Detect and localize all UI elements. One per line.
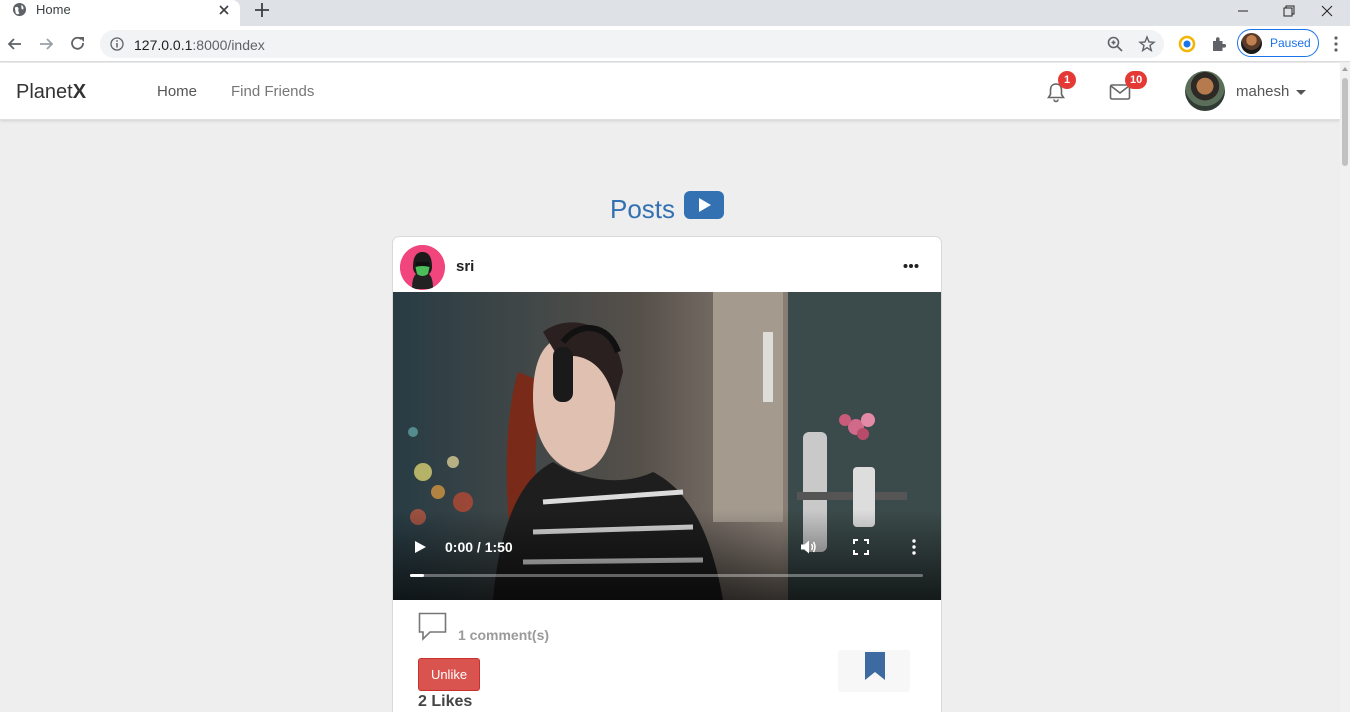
plus-icon[interactable] [252,0,272,20]
messages-badge: 10 [1125,71,1148,89]
likes-count: 2 Likes [418,693,473,710]
bookmark-button[interactable] [838,650,910,692]
video-posts-button[interactable] [684,191,724,219]
page-scrollbar[interactable] [1340,63,1350,712]
poster-name[interactable]: sri [456,258,474,275]
posts-heading: Posts [610,194,676,224]
url-text: 127.0.0.1:8000/index [134,37,265,53]
more-options-icon[interactable] [903,263,919,269]
browser-toolbar: 127.0.0.1:8000/index Paused [0,26,1350,62]
bookmark-icon [865,652,885,680]
close-icon[interactable] [216,2,232,18]
hacker-avatar-icon [400,245,445,290]
brand-prefix: Planet [16,81,73,103]
window-close-button[interactable] [1304,0,1350,22]
nav-link-home[interactable]: Home [157,83,197,100]
reload-icon[interactable] [68,34,88,54]
unlike-button[interactable]: Unlike [418,658,480,691]
brand-suffix: X [72,81,87,103]
notifications-badge: 1 [1058,71,1076,89]
comment-icon[interactable] [418,612,447,642]
user-avatar[interactable] [1185,71,1225,111]
info-icon[interactable] [110,37,124,51]
scrollbar-thumb[interactable] [1342,78,1348,166]
brand-logo[interactable]: PlanetX [16,81,86,104]
profile-button[interactable]: Paused [1237,29,1319,57]
video-more-icon[interactable] [905,538,923,556]
tab-title: Home [36,2,71,17]
globe-icon [12,2,27,17]
address-bar[interactable]: 127.0.0.1:8000/index [100,30,1164,58]
user-menu[interactable]: mahesh [1236,83,1289,100]
caret-down-icon[interactable] [1296,90,1306,95]
video-time: 0:00 / 1:50 [445,539,513,555]
minimize-button[interactable] [1220,0,1266,22]
url-host: 127.0.0.1 [134,37,193,53]
forward-icon[interactable] [36,34,56,54]
fullscreen-icon[interactable] [852,538,870,556]
comment-count[interactable]: 1 comment(s) [458,627,549,643]
volume-icon[interactable] [799,538,817,556]
url-path: :8000/index [192,37,265,53]
video-progress-fill [410,574,424,577]
post-card: sri 0:00 / 1:50 1 comment(s) Unlike 2 Li… [392,236,942,712]
star-icon[interactable] [1138,35,1156,53]
scroll-up-arrow-icon[interactable] [1342,67,1348,71]
profile-status: Paused [1270,36,1311,50]
video-player[interactable]: 0:00 / 1:50 [393,292,941,600]
browser-tabstrip: Home [0,0,1350,26]
video-progress-bar[interactable] [410,574,923,577]
site-navbar: PlanetX Home Find Friends 1 10 mahesh [0,63,1340,120]
extension-icon[interactable] [1177,34,1197,54]
play-icon[interactable] [413,540,427,554]
back-icon[interactable] [5,34,25,54]
kebab-icon[interactable] [1329,35,1343,53]
poster-avatar[interactable] [400,245,445,290]
puzzle-icon[interactable] [1209,34,1229,54]
nav-link-find-friends[interactable]: Find Friends [231,83,314,100]
profile-avatar [1241,33,1262,54]
browser-tab[interactable]: Home [0,0,240,26]
zoom-icon[interactable] [1106,35,1124,53]
